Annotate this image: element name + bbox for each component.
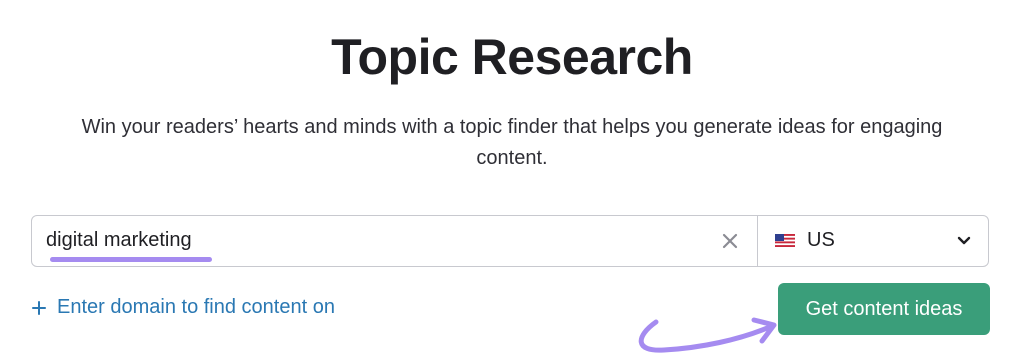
get-content-ideas-button[interactable]: Get content ideas: [778, 283, 990, 335]
page-title: Topic Research: [331, 29, 693, 85]
annotation-arrow-icon: [638, 317, 777, 353]
keyword-input-value: digital marketing: [46, 229, 192, 251]
chevron-down-icon: [957, 236, 971, 245]
keyword-input[interactable]: digital marketing: [32, 216, 758, 266]
country-select-value: US: [807, 229, 835, 251]
topic-research-page: Topic Research Win your readers’ hearts …: [0, 0, 1024, 360]
close-icon[interactable]: [721, 232, 739, 250]
keyword-highlight-underline: [50, 257, 212, 262]
country-select[interactable]: US: [758, 216, 988, 266]
page-subtitle: Win your readers’ hearts and minds with …: [81, 116, 943, 169]
search-bar: digital marketing US: [31, 215, 989, 267]
enter-domain-link[interactable]: Enter domain to find content on: [31, 296, 335, 319]
us-flag-icon: [775, 234, 795, 247]
enter-domain-link-label: Enter domain to find content on: [57, 296, 335, 318]
plus-icon: [32, 300, 46, 315]
